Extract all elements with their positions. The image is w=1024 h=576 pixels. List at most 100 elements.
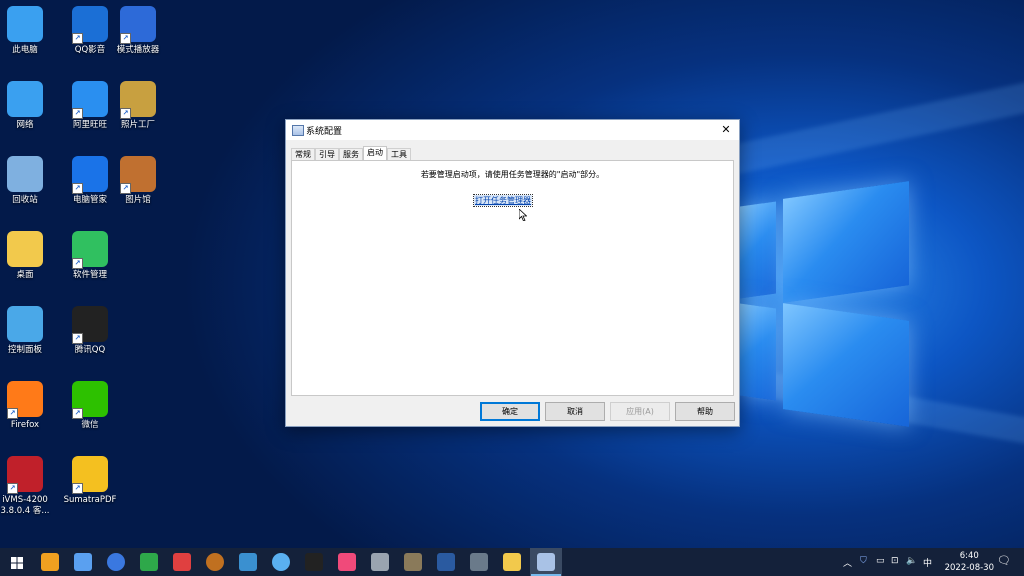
- software-manager-icon: ↗: [72, 231, 108, 269]
- taskbar-app-icon[interactable]: [272, 553, 290, 571]
- taskbar-clock[interactable]: 6:40 2022-08-30: [945, 550, 994, 574]
- desktop-icon-video-player[interactable]: ↗ 模式播放器: [103, 4, 173, 76]
- windows-logo-pane: [783, 181, 909, 303]
- desktop-icon-software-manager[interactable]: ↗ 软件管理: [55, 229, 125, 301]
- cancel-button[interactable]: 取消: [545, 402, 605, 421]
- close-icon[interactable]: ✕: [713, 120, 739, 140]
- desktop-icon-folder[interactable]: 桌面: [0, 229, 60, 301]
- shortcut-arrow-icon: ↗: [72, 258, 83, 269]
- desktop-icon-qq-penguin[interactable]: ↗ 腾讯QQ: [55, 304, 125, 376]
- desktop-icon-label: 图片馆: [125, 195, 151, 205]
- taskbar-system-config-icon[interactable]: [531, 553, 561, 576]
- recycle-bin-icon: [7, 156, 43, 192]
- desktop-icon-recycle-bin[interactable]: 回收站: [0, 154, 60, 226]
- ok-button[interactable]: 确定: [480, 402, 540, 421]
- desktop-icon-label: 此电脑: [12, 45, 38, 55]
- desktop-icon-label: 腾讯QQ: [74, 345, 106, 355]
- desktop: 此电脑 ↗ QQ影音 ↗ 模式播放器 网络 ↗ 阿里旺旺 ↗ 照片工厂 回收站 ↗ 电脑管家 ↗ 图片馆 桌面…: [0, 0, 1024, 548]
- clock-date: 2022-08-30: [944, 563, 994, 573]
- help-button[interactable]: 帮助: [675, 402, 735, 421]
- tray-volume-icon[interactable]: 🔈: [906, 556, 917, 566]
- taskbar-security-icon[interactable]: [140, 553, 158, 571]
- tray-ime-indicator[interactable]: 中: [923, 556, 932, 569]
- shortcut-arrow-icon: ↗: [72, 108, 83, 119]
- desktop-icon-label: 控制面板: [7, 345, 42, 355]
- taskbar-qq-icon[interactable]: [305, 553, 323, 571]
- video-player-icon: ↗: [120, 6, 156, 44]
- desktop-icon-control-panel[interactable]: 控制面板: [0, 304, 60, 376]
- dialog-title: 系统配置: [306, 127, 343, 137]
- taskbar-app-icon[interactable]: [404, 553, 422, 571]
- desktop-icon-label: 模式播放器: [116, 45, 160, 55]
- desktop-icon-label: 网络: [16, 120, 34, 130]
- taskbar-media-icon[interactable]: [206, 553, 224, 571]
- shortcut-arrow-icon: ↗: [120, 108, 131, 119]
- desktop-icon-label: 软件管理: [72, 270, 107, 280]
- folder-icon: [7, 231, 43, 267]
- desktop-icon-ivms[interactable]: ↗ iVMS-4200 3.8.0.4 客...: [0, 454, 60, 526]
- desktop-icon-label: iVMS-4200 3.8.0.4 客...: [0, 495, 50, 516]
- desktop-icon-wechat[interactable]: ↗ 微信: [55, 379, 125, 451]
- ivms-icon: ↗: [7, 456, 43, 494]
- desktop-icon-picture-gallery[interactable]: ↗ 图片馆: [103, 154, 173, 226]
- system-config-icon: [292, 125, 304, 136]
- taskbar-app-icon[interactable]: [74, 553, 92, 571]
- taskbar-taskview-icon[interactable]: [41, 553, 59, 571]
- taskbar-app-icon[interactable]: [470, 553, 488, 571]
- tray-chevron-up-icon[interactable]: ︿: [843, 556, 852, 569]
- tab-startup[interactable]: 启动: [363, 146, 387, 161]
- taskbar-app-icon[interactable]: [437, 553, 455, 571]
- startup-panel: 若要管理启动项，请使用任务管理器的"启动"部分。 打开任务管理器: [291, 160, 734, 396]
- tray-network-icon[interactable]: ⊡: [891, 556, 899, 566]
- desktop-icon-network[interactable]: 网络: [0, 79, 60, 151]
- taskbar: ︿ ⛉ ▭ ⊡ 🔈 中 6:40 2022-08-30 🗨: [0, 548, 1024, 576]
- shortcut-arrow-icon: ↗: [120, 183, 131, 194]
- desktop-icon-label: 桌面: [16, 270, 34, 280]
- clock-time: 6:40: [959, 551, 979, 561]
- taskbar-browser-icon[interactable]: [107, 553, 125, 571]
- desktop-icon-pdf[interactable]: ↗ SumatraPDF: [55, 454, 125, 526]
- taskbar-app-icon[interactable]: [239, 553, 257, 571]
- wechat-icon: ↗: [72, 381, 108, 419]
- apply-button[interactable]: 应用(A): [610, 402, 670, 421]
- shortcut-arrow-icon: ↗: [72, 33, 83, 44]
- system-config-dialog: 系统配置 ✕ 常规 引导 服务 启动 工具 若要管理启动项，请使用任务管理器的"启动"部…: [285, 119, 740, 427]
- startup-message: 若要管理启动项，请使用任务管理器的"启动"部分。: [420, 170, 605, 179]
- desktop-icon-this-pc[interactable]: 此电脑: [0, 4, 60, 76]
- desktop-icon-label: 回收站: [12, 195, 38, 205]
- shortcut-arrow-icon: ↗: [120, 33, 131, 44]
- taskbar-file-explorer-icon[interactable]: [503, 553, 521, 571]
- desktop-icon-label: 照片工厂: [120, 120, 155, 130]
- mouse-cursor-icon: [519, 209, 527, 221]
- desktop-icon-photo-factory[interactable]: ↗ 照片工厂: [103, 79, 173, 151]
- tab-strip: 常规 引导 服务 启动 工具: [291, 146, 411, 161]
- taskbar-app-icon[interactable]: [371, 553, 389, 571]
- shortcut-arrow-icon: ↗: [72, 183, 83, 194]
- windows-logo-pane: [783, 303, 909, 427]
- dialog-titlebar[interactable]: 系统配置 ✕: [286, 120, 739, 140]
- windows-logo-pane: [740, 201, 776, 299]
- shortcut-arrow-icon: ↗: [7, 483, 18, 494]
- taskbar-app-icon[interactable]: [173, 553, 191, 571]
- network-icon: [7, 81, 43, 117]
- taskbar-app-icon[interactable]: [338, 553, 356, 571]
- photo-factory-icon: ↗: [120, 81, 156, 119]
- desktop-icon-firefox[interactable]: ↗ Firefox: [0, 379, 60, 451]
- desktop-icon-label: Firefox: [10, 420, 40, 430]
- control-panel-icon: [7, 306, 43, 342]
- shortcut-arrow-icon: ↗: [72, 483, 83, 494]
- tray-shield-icon[interactable]: ⛉: [860, 556, 867, 566]
- this-pc-icon: [7, 6, 43, 42]
- picture-gallery-icon: ↗: [120, 156, 156, 194]
- firefox-icon: ↗: [7, 381, 43, 419]
- open-task-manager-link[interactable]: 打开任务管理器: [473, 194, 533, 207]
- qq-penguin-icon: ↗: [72, 306, 108, 344]
- shortcut-arrow-icon: ↗: [72, 408, 83, 419]
- start-button-icon[interactable]: [11, 557, 23, 569]
- shortcut-arrow-icon: ↗: [7, 408, 18, 419]
- notification-center-icon[interactable]: 🗨: [997, 554, 1011, 567]
- shortcut-arrow-icon: ↗: [72, 333, 83, 344]
- desktop-icon-label: 微信: [81, 420, 99, 430]
- desktop-icon-label: SumatraPDF: [63, 495, 117, 505]
- tray-battery-icon[interactable]: ▭: [876, 556, 885, 566]
